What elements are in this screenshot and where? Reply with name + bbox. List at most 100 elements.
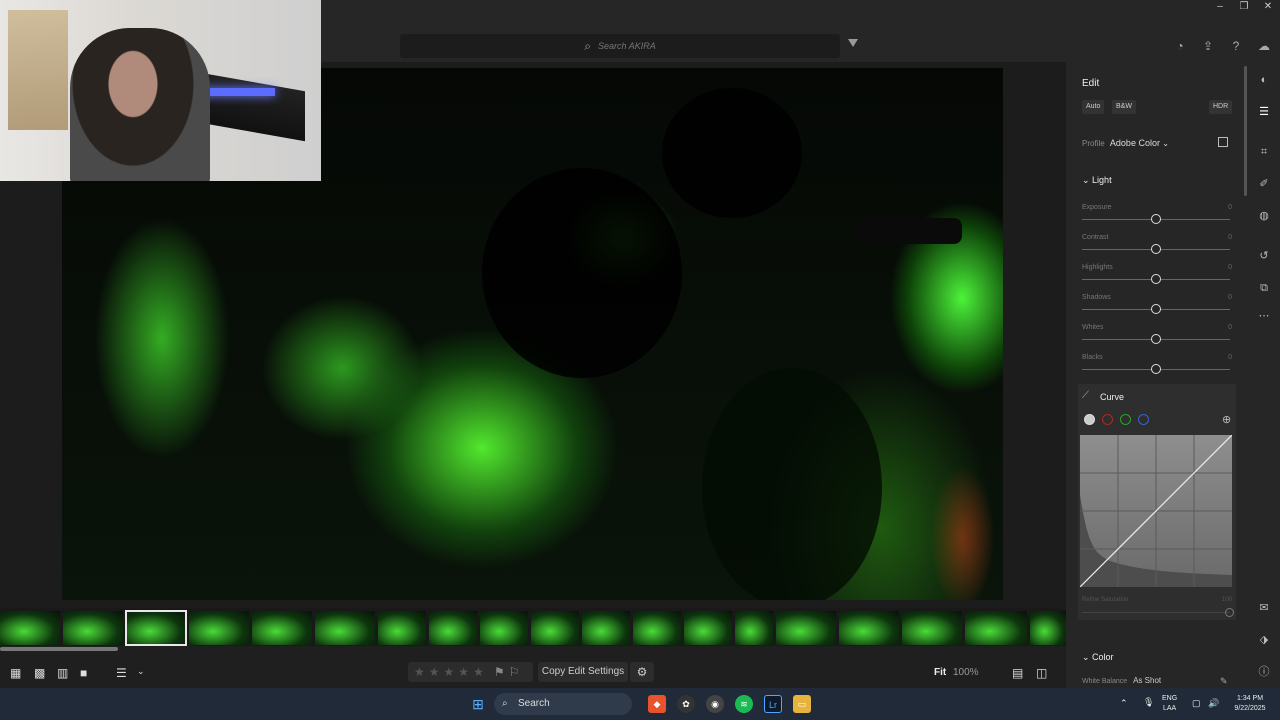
curve-title[interactable]: Curve <box>1100 392 1124 402</box>
star-icon[interactable]: ★ <box>444 665 455 679</box>
restore-button[interactable]: ❐ <box>1232 0 1256 14</box>
tag-icon[interactable]: ⬗ <box>1256 632 1272 648</box>
profile-dropdown[interactable]: Adobe Color <box>1110 138 1160 148</box>
auto-button[interactable]: Auto <box>1082 100 1105 114</box>
filmstrip-thumb[interactable] <box>684 611 732 645</box>
file-explorer-icon[interactable]: ▭ <box>793 695 811 713</box>
windows-start-icon[interactable]: ⊞ <box>469 695 487 713</box>
hdr-button[interactable]: HDR <box>1209 100 1233 114</box>
panel-scrollbar[interactable] <box>1244 66 1247 196</box>
light-section-header[interactable]: ⌄ Light <box>1082 175 1112 186</box>
filmstrip-thumb[interactable] <box>902 611 962 645</box>
grid-icon[interactable]: ▩ <box>34 666 45 680</box>
crop-icon[interactable]: ⌗ <box>1256 144 1272 160</box>
chevron-down-icon[interactable]: ⌄ <box>137 666 145 677</box>
channel-blue-icon[interactable] <box>1138 414 1149 425</box>
slider-knob[interactable] <box>1151 334 1161 344</box>
slider-knob[interactable] <box>1151 304 1161 314</box>
healing-icon[interactable]: ✐ <box>1256 176 1272 192</box>
copy-edit-settings-button[interactable]: Copy Edit Settings <box>538 662 628 682</box>
minimize-button[interactable]: – <box>1208 0 1232 14</box>
white-balance-row[interactable]: White Balance As Shot <box>1082 676 1161 688</box>
channel-green-icon[interactable] <box>1120 414 1131 425</box>
slider-whites[interactable]: Whites 0 <box>1082 324 1232 354</box>
masking-icon[interactable]: ◍ <box>1256 208 1272 224</box>
filmstrip-thumb[interactable] <box>1030 611 1066 645</box>
single-view-icon[interactable]: ■ <box>80 666 87 680</box>
slider-knob[interactable] <box>1151 214 1161 224</box>
help-icon[interactable]: ? <box>1228 38 1244 54</box>
star-icon[interactable]: ★ <box>458 665 469 679</box>
microphone-icon[interactable]: 🎙 <box>1143 697 1154 707</box>
filmstrip-thumb[interactable] <box>429 611 477 645</box>
sort-icon[interactable]: ☰ <box>116 666 127 680</box>
filmstrip-thumb[interactable] <box>633 611 681 645</box>
versions-icon[interactable]: ⧉ <box>1256 280 1272 296</box>
slider-contrast[interactable]: Contrast 0 <box>1082 234 1232 264</box>
slider-exposure[interactable]: Exposure 0 <box>1082 204 1232 234</box>
filmstrip-thumb[interactable] <box>315 611 375 645</box>
filmstrip-thumb[interactable] <box>776 611 836 645</box>
history-icon[interactable]: ↺ <box>1256 248 1272 264</box>
filmstrip-thumb[interactable] <box>531 611 579 645</box>
star-icon[interactable]: ★ <box>473 665 484 679</box>
filmstrip-thumb[interactable] <box>582 611 630 645</box>
filmstrip-thumb[interactable] <box>839 611 899 645</box>
volume-icon[interactable]: 🔊 <box>1208 698 1219 708</box>
filmstrip-thumb[interactable] <box>735 611 773 645</box>
target-adjust-icon[interactable]: ⊕ <box>1222 413 1231 426</box>
channel-rgb-icon[interactable] <box>1084 414 1095 425</box>
filmstrip-thumb[interactable] <box>965 611 1027 645</box>
panel-toggle-icon[interactable]: ◫ <box>1036 666 1047 680</box>
zoom-dropdown[interactable]: 100% <box>953 667 979 678</box>
star-icon[interactable]: ★ <box>429 665 440 679</box>
close-button[interactable]: ✕ <box>1256 0 1280 14</box>
obs-icon[interactable]: ◉ <box>706 695 724 713</box>
filmstrip-thumb[interactable] <box>252 611 312 645</box>
cloud-icon[interactable]: ☁ <box>1256 38 1272 54</box>
taskbar-search[interactable]: ⌕ Search <box>494 693 632 715</box>
filmstrip-toggle-icon[interactable]: ▤ <box>1012 666 1023 680</box>
filmstrip-thumb[interactable] <box>378 611 426 645</box>
network-icon[interactable]: ▢ <box>1192 698 1201 708</box>
bw-button[interactable]: B&W <box>1112 100 1136 114</box>
lightroom-icon[interactable]: Lr <box>764 695 782 713</box>
fit-button[interactable]: Fit <box>934 667 946 678</box>
filmstrip-scrollbar[interactable] <box>0 647 118 651</box>
chevron-up-icon[interactable]: ⌃ <box>1120 698 1128 708</box>
slider-highlights[interactable]: Highlights 0 <box>1082 264 1232 294</box>
gear-icon[interactable]: ⚙ <box>630 662 654 682</box>
comment-icon[interactable]: ✉ <box>1256 600 1272 616</box>
bell-icon[interactable]: ◔ <box>1172 38 1188 54</box>
filmstrip-thumb[interactable] <box>0 611 60 645</box>
more-icon[interactable]: ⋯ <box>1256 308 1272 324</box>
refine-saturation-knob[interactable] <box>1225 608 1234 617</box>
slider-blacks[interactable]: Blacks 0 <box>1082 354 1232 384</box>
chatgpt-icon[interactable]: ✿ <box>677 695 695 713</box>
clock[interactable]: 1:34 PM 9/22/2025 <box>1228 694 1272 714</box>
tone-curve-graph[interactable] <box>1080 435 1232 587</box>
share-icon[interactable]: ⇪ <box>1200 38 1216 54</box>
white-balance-dropdown[interactable]: As Shot <box>1133 676 1161 685</box>
eyedropper-icon[interactable]: ✎ <box>1220 676 1228 687</box>
slider-shadows[interactable]: Shadows 0 <box>1082 294 1232 324</box>
search-input[interactable]: ⌕ Search AKIRA <box>400 34 840 58</box>
slider-knob[interactable] <box>1151 244 1161 254</box>
spotify-icon[interactable]: ≋ <box>735 695 753 713</box>
color-section-header[interactable]: ⌄ Color <box>1082 652 1114 663</box>
profile-browser-icon[interactable] <box>1218 137 1228 147</box>
square-grid-icon[interactable]: ▦ <box>10 666 21 680</box>
filmstrip-thumb[interactable] <box>480 611 528 645</box>
filmstrip-thumb[interactable] <box>63 611 123 645</box>
channel-red-icon[interactable] <box>1102 414 1113 425</box>
flag-pick-icon[interactable]: ⚑ <box>494 665 505 679</box>
filmstrip-thumb[interactable] <box>189 611 249 645</box>
presets-icon[interactable]: ◐ <box>1256 72 1272 88</box>
flag-reject-icon[interactable]: ⚐ <box>509 665 520 679</box>
brave-icon[interactable]: ◆ <box>648 695 666 713</box>
language-indicator[interactable]: ENG LAA <box>1162 694 1177 714</box>
edit-sliders-icon[interactable]: ☰ <box>1256 104 1272 120</box>
slider-knob[interactable] <box>1151 364 1161 374</box>
star-icon[interactable]: ★ <box>414 665 425 679</box>
profile-row[interactable]: Profile Adobe Color ⌄ <box>1082 138 1169 148</box>
